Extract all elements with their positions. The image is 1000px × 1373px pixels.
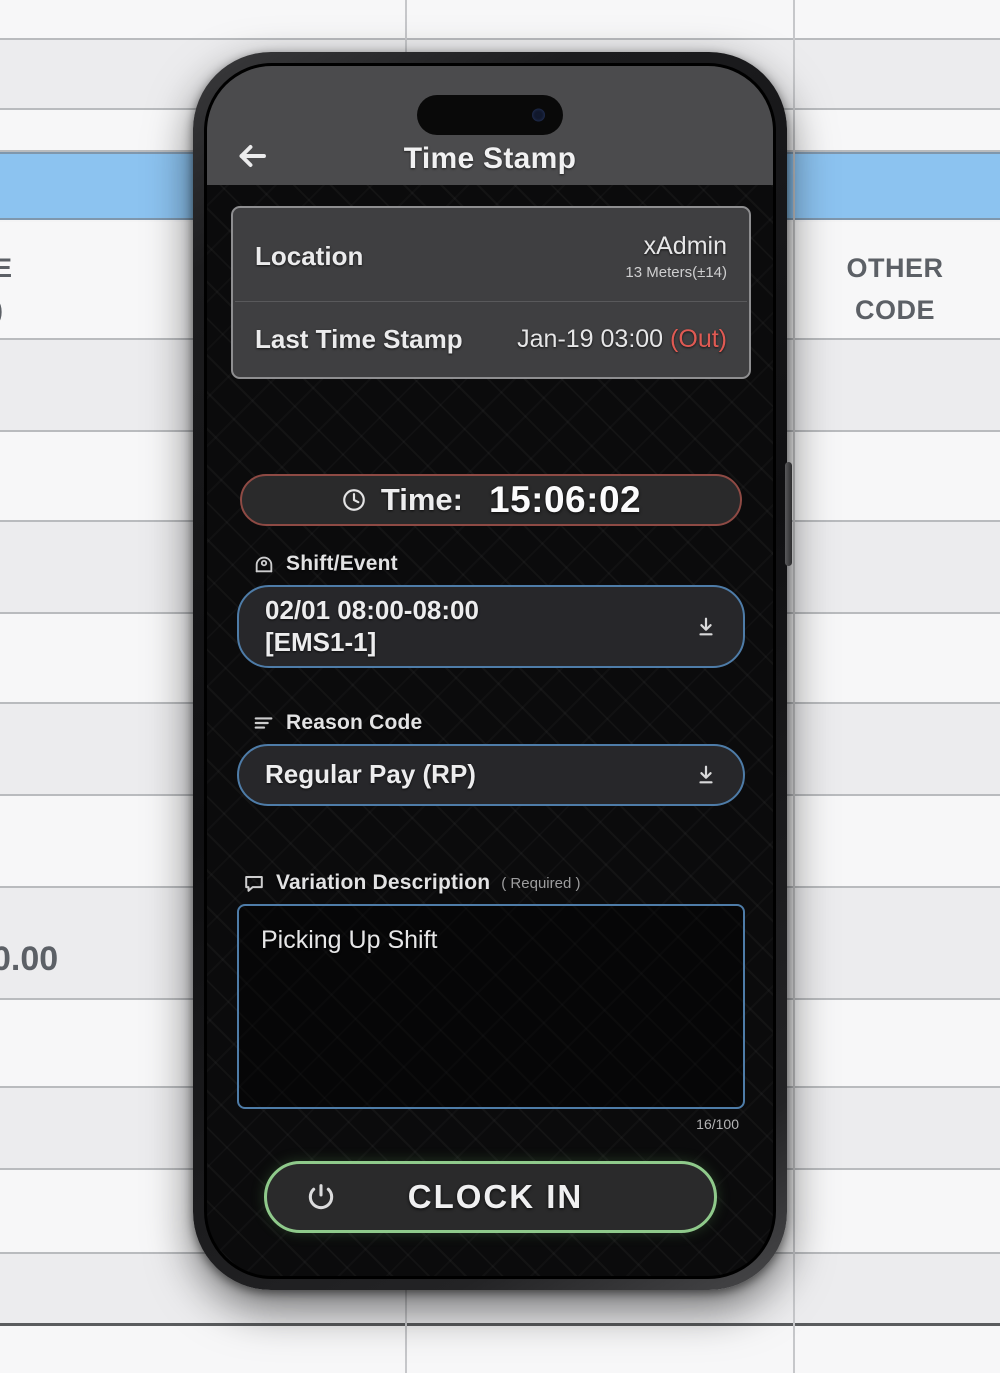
list-icon xyxy=(253,712,275,734)
clock-icon xyxy=(341,487,367,513)
sheet-column-header-other-code: OTHER CODE xyxy=(795,248,995,332)
variation-description-field: Variation Description ( Required ) Picki… xyxy=(237,871,745,1132)
variation-required-note: ( Required ) xyxy=(501,874,581,892)
shift-event-value-line1: 02/01 08:00-08:00 xyxy=(265,595,479,625)
time-label: Time: xyxy=(380,482,463,517)
shift-icon xyxy=(253,553,275,575)
time-value: 15:06:02 xyxy=(489,479,642,520)
reason-code-field: Reason Code Regular Pay (RP) xyxy=(237,711,745,806)
reason-code-select[interactable]: Regular Pay (RP) xyxy=(237,744,745,806)
reason-code-label-row: Reason Code xyxy=(237,711,745,735)
sheet-header-line1: OTHER xyxy=(846,253,944,283)
front-camera-icon xyxy=(532,108,545,122)
location-label: Location xyxy=(255,241,364,271)
status-badge-out: (Out) xyxy=(670,325,727,353)
shift-event-label-row: Shift/Event xyxy=(237,552,745,576)
sheet-column-divider xyxy=(793,0,795,1373)
location-value-group: xAdmin 13 Meters(±14) xyxy=(625,232,727,281)
sheet-row xyxy=(0,0,1000,40)
variation-description-input[interactable]: Picking Up Shift xyxy=(237,904,745,1109)
arrow-down-to-line-icon[interactable] xyxy=(695,615,717,639)
shift-event-field: Shift/Event 02/01 08:00-08:00 [EMS1-1] xyxy=(237,552,745,669)
sheet-header-line2: CODE xyxy=(854,294,935,325)
sheet-cell-value: 0.00 xyxy=(0,940,59,978)
info-row-last-time-stamp: Last Time Stamp Jan-19 03:00 (Out) xyxy=(235,301,747,375)
last-time-stamp-value: Jan-19 03:00 (Out) xyxy=(517,325,727,354)
shift-event-value-line2: [EMS1-1] xyxy=(265,626,377,657)
info-card: Location xAdmin 13 Meters(±14) Last Time… xyxy=(231,206,751,379)
clock-in-button[interactable]: CLOCK IN xyxy=(264,1161,717,1233)
variation-description-value: Picking Up Shift xyxy=(261,926,438,954)
power-icon xyxy=(305,1181,337,1213)
dynamic-island xyxy=(417,95,563,135)
phone-side-button[interactable] xyxy=(785,462,792,566)
location-accuracy: 13 Meters(±14) xyxy=(625,264,727,281)
last-time-stamp-value-group: Jan-19 03:00 (Out) xyxy=(517,325,727,354)
sheet-row xyxy=(0,1326,1000,1373)
shift-event-label: Shift/Event xyxy=(286,552,398,575)
app-nav-bar: Time Stamp xyxy=(207,66,773,185)
variation-description-label-row: Variation Description ( Required ) xyxy=(237,871,745,895)
last-time-stamp-datetime: Jan-19 03:00 xyxy=(517,325,671,353)
location-value: xAdmin xyxy=(643,232,727,260)
info-row-location: Location xAdmin 13 Meters(±14) xyxy=(235,210,747,301)
sheet-clipped-line1: E xyxy=(0,253,13,283)
clock-in-label: CLOCK IN xyxy=(407,1178,584,1215)
reason-code-label: Reason Code xyxy=(286,711,423,734)
sheet-clipped-line2: ) xyxy=(0,290,12,332)
shift-event-select[interactable]: 02/01 08:00-08:00 [EMS1-1] xyxy=(237,585,745,669)
comment-icon xyxy=(243,872,265,894)
character-counter: 16/100 xyxy=(696,1116,739,1132)
shift-event-value: 02/01 08:00-08:00 [EMS1-1] xyxy=(265,595,479,658)
screenshot-canvas: OTHER CODE E ) 0.00 xyxy=(0,0,1000,1373)
page-title: Time Stamp xyxy=(403,142,577,175)
last-time-stamp-label: Last Time Stamp xyxy=(255,324,463,354)
variation-description-label: Variation Description xyxy=(276,871,491,894)
current-time-display: Time: 15:06:02 xyxy=(240,474,742,526)
app-screen: Time Stamp Location xAdmin 13 Meters(±14… xyxy=(207,66,773,1276)
sheet-clipped-left-header: E ) xyxy=(0,248,12,332)
phone-screen-bezel: Time Stamp Location xAdmin 13 Meters(±14… xyxy=(204,63,776,1279)
reason-code-value: Regular Pay (RP) xyxy=(265,759,476,790)
phone-device-frame: Time Stamp Location xAdmin 13 Meters(±14… xyxy=(193,52,792,1290)
arrow-down-to-line-icon[interactable] xyxy=(695,763,717,787)
